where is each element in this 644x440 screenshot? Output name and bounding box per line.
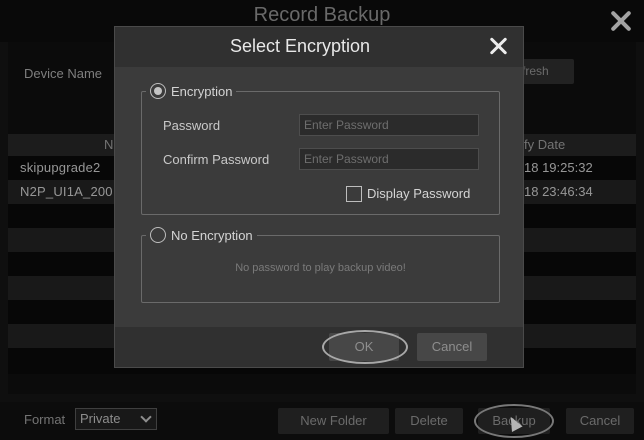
encryption-option-label: Encryption [171,83,233,99]
select-encryption-dialog: Select Encryption Encryption Password Co… [114,26,524,368]
close-icon[interactable] [489,36,509,56]
no-encryption-radio[interactable] [150,227,166,243]
display-password-checkbox[interactable] [346,186,362,202]
confirm-password-label: Confirm Password [163,152,270,167]
ok-highlight-ring [322,330,408,364]
encryption-option[interactable]: Encryption [146,81,237,101]
no-encryption-option[interactable]: No Encryption [146,225,257,245]
dialog-titlebar: Select Encryption [115,27,523,67]
no-encryption-note: No password to play backup video! [235,262,406,274]
password-input[interactable] [299,114,479,136]
encryption-radio[interactable] [150,83,166,99]
password-label: Password [163,118,221,133]
dialog-title: Select Encryption [229,36,371,56]
display-password-label: Display Password [367,186,471,201]
dialog-cancel-button[interactable]: Cancel [417,333,487,361]
confirm-password-input[interactable] [299,148,479,170]
no-encryption-option-label: No Encryption [171,227,253,243]
